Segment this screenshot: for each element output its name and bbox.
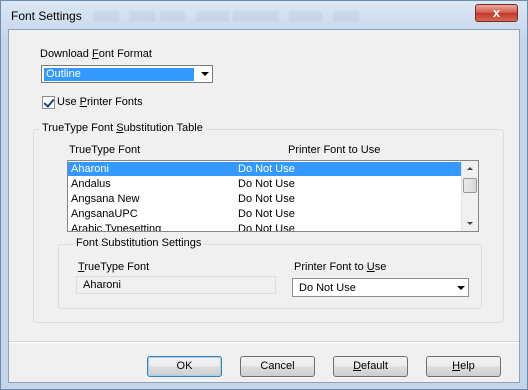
- title-bar[interactable]: Font Settings ▯▯▯▯ ▯▯▯▯ ▯▯▯▯ ▯▯▯▯▯ ▯▯▯▯▯…: [1, 1, 527, 29]
- printer-font-to-use-label: Printer Font to Use: [294, 261, 387, 273]
- dialog-body: Download Font Format Outline Use Printer…: [8, 29, 520, 383]
- substitution-table-group-title: TrueType Font Substitution Table: [39, 122, 206, 134]
- list-scrollbar[interactable]: [461, 161, 478, 231]
- ok-button[interactable]: OK: [147, 356, 222, 377]
- col-header-printer-font: Printer Font to Use: [288, 144, 381, 156]
- background-window-tabs: ▯▯▯▯ ▯▯▯▯ ▯▯▯▯ ▯▯▯▯▯ ▯▯▯▯▯▯▯ ▯▯▯▯▯ ▯▯▯▯: [93, 10, 360, 22]
- truetype-font-field: Aharoni: [76, 276, 276, 294]
- download-font-format-select[interactable]: Outline: [41, 65, 213, 83]
- truetype-font-label: TrueType Font: [78, 261, 150, 273]
- scroll-down-icon[interactable]: [462, 215, 478, 231]
- default-button[interactable]: Default: [333, 356, 408, 377]
- printer-font-value: Do Not Use: [299, 282, 356, 294]
- scroll-up-icon[interactable]: [462, 161, 478, 177]
- close-icon: x: [492, 5, 501, 20]
- download-font-format-label: Download Font Format: [40, 48, 152, 60]
- substitution-settings-group-title: Font Substitution Settings: [73, 237, 205, 249]
- col-header-truetype-font: TrueType Font: [69, 144, 141, 156]
- printer-font-to-use-select[interactable]: Do Not Use: [292, 278, 469, 297]
- help-button[interactable]: Help: [426, 356, 501, 377]
- close-button[interactable]: x: [475, 4, 518, 22]
- table-row[interactable]: Aharoni Do Not Use: [68, 162, 473, 176]
- table-row[interactable]: Andalus Do Not Use: [68, 177, 473, 191]
- substitution-table-list[interactable]: Aharoni Do Not Use Andalus Do Not Use An…: [67, 160, 479, 232]
- use-printer-fonts-checkbox[interactable]: [42, 96, 55, 109]
- table-row[interactable]: Angsana New Do Not Use: [68, 192, 473, 206]
- use-printer-fonts-label[interactable]: Use Printer Fonts: [57, 96, 143, 108]
- chevron-down-icon: [201, 72, 209, 76]
- chevron-down-icon: [457, 286, 465, 290]
- button-separator: [9, 341, 519, 343]
- window-title: Font Settings: [11, 9, 82, 23]
- cancel-button[interactable]: Cancel: [240, 356, 315, 377]
- font-settings-dialog: Font Settings ▯▯▯▯ ▯▯▯▯ ▯▯▯▯ ▯▯▯▯▯ ▯▯▯▯▯…: [0, 0, 528, 390]
- scroll-thumb[interactable]: [463, 178, 477, 193]
- download-font-format-value: Outline: [44, 68, 194, 81]
- table-row[interactable]: Arabic Typesetting Do Not Use: [68, 222, 473, 231]
- table-row[interactable]: AngsanaUPC Do Not Use: [68, 207, 473, 221]
